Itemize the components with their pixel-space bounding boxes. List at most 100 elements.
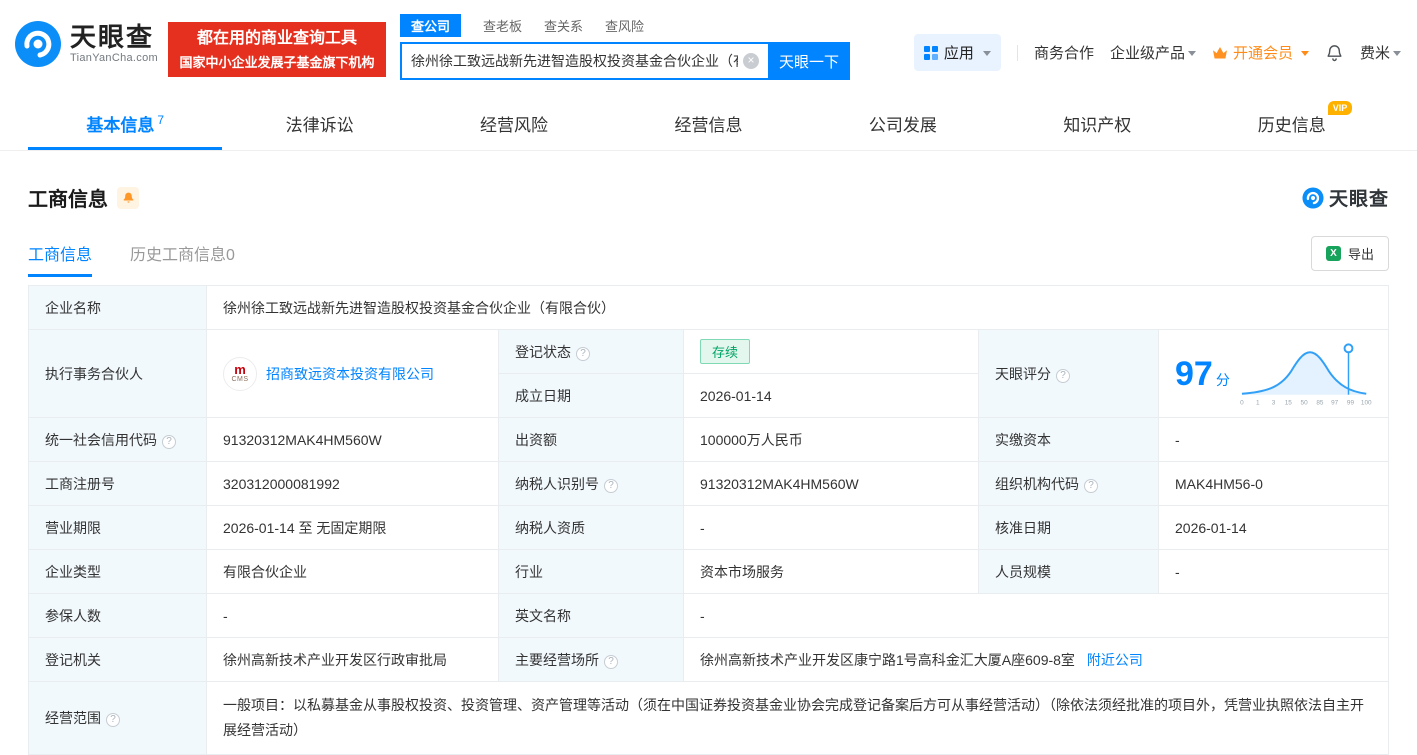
section-header: 工商信息 天眼查 — [28, 183, 1389, 212]
score-axis-tick: 99 — [1347, 399, 1355, 406]
vip-badge: VIP — [1327, 101, 1353, 115]
search-box: × — [399, 42, 768, 80]
tab-history-info[interactable]: 历史信息 VIP — [1195, 98, 1389, 150]
field-label-text: 经营范围 — [45, 710, 101, 726]
help-icon[interactable]: ? — [162, 434, 176, 449]
tianyancha-logo-icon — [1302, 186, 1324, 209]
search-tab-risk[interactable]: 查风险 — [605, 16, 644, 35]
tianyancha-corner-logo: 天眼查 — [1302, 184, 1389, 211]
help-icon[interactable]: ? — [576, 346, 590, 361]
search-tab-relation[interactable]: 查关系 — [544, 16, 583, 35]
field-value-staff-size: - — [1158, 549, 1389, 594]
field-value-score: 97 分 0 1 3 15 50 85 97 99 100 — [1158, 329, 1389, 418]
field-label-text: 纳税人识别号 — [515, 475, 599, 492]
vip-label: 开通会员 — [1232, 45, 1293, 62]
subtab-history-business-info[interactable]: 历史工商信息0 — [130, 241, 235, 277]
help-icon[interactable]: ? — [604, 478, 618, 493]
score-axis-tick: 1 — [1256, 399, 1260, 406]
tab-operational-risk[interactable]: 经营风险 — [417, 98, 611, 150]
partner-logo-mark: m — [234, 361, 246, 377]
section-title: 工商信息 — [28, 189, 108, 211]
field-value-paid-capital: - — [1158, 417, 1389, 462]
field-label-registry: 登记机关 — [28, 637, 207, 682]
field-value-insured-count: - — [206, 593, 499, 638]
field-label-status: 登记状态? — [498, 329, 684, 374]
score-axis-tick: 3 — [1272, 399, 1276, 406]
field-label-text: 登记状态 — [515, 343, 571, 360]
chevron-down-icon — [1393, 51, 1401, 60]
field-value-capital: 100000万人民币 — [683, 417, 979, 462]
notification-bell-icon[interactable] — [1325, 43, 1344, 63]
clear-search-icon[interactable]: × — [742, 53, 759, 69]
partner-company-logo: m CMS — [223, 356, 257, 391]
top-header: 天眼查 TianYanCha.com 都在用的商业查询工具 国家中小企业发展子基… — [0, 0, 1417, 88]
brand-domain: TianYanCha.com — [70, 51, 158, 64]
divider — [1016, 44, 1018, 61]
apps-button[interactable]: 应用 — [913, 34, 1001, 71]
tianyancha-logo[interactable]: 天眼查 TianYanCha.com — [14, 20, 158, 68]
menu-cooperation[interactable]: 商务合作 — [1034, 42, 1094, 63]
field-value-company-name: 徐州徐工致远战新先进智造股权投资基金合伙企业（有限合伙） — [206, 285, 1389, 330]
tab-company-development[interactable]: 公司发展 — [806, 98, 1000, 150]
score-axis-tick: 0 — [1240, 399, 1244, 406]
subscribe-bell-icon[interactable] — [117, 186, 139, 209]
tab-business-info[interactable]: 经营信息 — [611, 98, 805, 150]
table-row: 营业期限 2026-01-14 至 无固定期限 纳税人资质 - 核准日期 202… — [28, 505, 1389, 550]
help-icon[interactable]: ? — [604, 654, 618, 669]
field-label-industry: 行业 — [498, 549, 684, 594]
field-value-established-date: 2026-01-14 — [683, 373, 979, 418]
search-tab-company[interactable]: 查公司 — [399, 13, 461, 37]
field-label-company-type: 企业类型 — [28, 549, 207, 594]
score-axis-tick: 100 — [1361, 399, 1372, 406]
help-icon[interactable]: ? — [1084, 478, 1098, 493]
enterprise-label: 企业级产品 — [1109, 45, 1185, 62]
score-marker-icon — [1343, 342, 1354, 353]
search-tab-boss[interactable]: 查老板 — [483, 16, 522, 35]
field-value-business-term: 2026-01-14 至 无固定期限 — [206, 505, 499, 550]
table-row: 经营范围? 一般项目：以私募基金从事股权投资、投资管理、资产管理等活动（须在中国… — [28, 681, 1389, 755]
apps-grid-icon — [923, 45, 938, 60]
field-value-business-scope: 一般项目：以私募基金从事股权投资、投资管理、资产管理等活动（须在中国证券投资基金… — [206, 681, 1389, 755]
field-label-paid-capital: 实缴资本 — [978, 417, 1159, 462]
subtab-business-info[interactable]: 工商信息 — [28, 241, 93, 277]
business-info-table: 企业名称 徐州徐工致远战新先进智造股权投资基金合伙企业（有限合伙） 执行事务合伙… — [28, 285, 1389, 755]
partner-logo-text: CMS — [231, 375, 249, 383]
table-row: 参保人数 - 英文名称 - — [28, 593, 1389, 638]
nearby-companies-link[interactable]: 附近公司 — [1087, 652, 1143, 668]
score-axis-tick: 97 — [1331, 399, 1339, 406]
corner-logo-text: 天眼查 — [1328, 189, 1389, 210]
promo-banner: 都在用的商业查询工具 国家中小企业发展子基金旗下机构 — [167, 22, 386, 77]
help-icon[interactable]: ? — [1056, 368, 1070, 383]
tab-legal-litigation[interactable]: 法律诉讼 — [222, 98, 416, 150]
field-value-partner: m CMS 招商致远资本投资有限公司 — [206, 329, 499, 418]
subtab-row: 工商信息 历史工商信息0 X 导出 — [28, 236, 1389, 277]
banner-line1: 都在用的商业查询工具 — [196, 30, 357, 47]
score-axis-tick: 50 — [1300, 399, 1308, 406]
field-label-partner: 执行事务合伙人 — [28, 329, 207, 418]
table-row: 企业类型 有限合伙企业 行业 资本市场服务 人员规模 - — [28, 549, 1389, 594]
field-value-company-type: 有限合伙企业 — [206, 549, 499, 594]
user-menu[interactable]: 费米 — [1360, 42, 1401, 63]
field-label-insured-count: 参保人数 — [28, 593, 207, 638]
score-number: 97 — [1175, 354, 1213, 393]
menu-open-vip[interactable]: 开通会员 — [1212, 42, 1309, 63]
search-button[interactable]: 天眼一下 — [767, 42, 850, 80]
score-unit: 分 — [1215, 371, 1230, 388]
partner-company-link[interactable]: 招商致远资本投资有限公司 — [266, 364, 434, 384]
tab-basic-info[interactable]: 基本信息 7 — [28, 98, 223, 150]
field-value-industry: 资本市场服务 — [683, 549, 979, 594]
field-value-approval-date: 2026-01-14 — [1158, 505, 1389, 550]
export-button[interactable]: X 导出 — [1310, 236, 1389, 271]
search-input[interactable] — [399, 42, 768, 80]
tab-label: 法律诉讼 — [285, 116, 354, 135]
field-value-reg-number: 320312000081992 — [206, 461, 499, 506]
field-label-credit-code: 统一社会信用代码? — [28, 417, 207, 462]
menu-enterprise-products[interactable]: 企业级产品 — [1110, 42, 1196, 63]
tab-label: 经营风险 — [480, 116, 549, 135]
field-value-registry: 徐州高新技术产业开发区行政审批局 — [206, 637, 499, 682]
tab-intellectual-property[interactable]: 知识产权 — [1000, 98, 1194, 150]
score-value: 97 分 — [1175, 357, 1230, 391]
tab-label: 基本信息 — [86, 116, 155, 135]
field-value-taxpayer-id: 91320312MAK4HM560W — [683, 461, 979, 506]
help-icon[interactable]: ? — [106, 713, 120, 727]
